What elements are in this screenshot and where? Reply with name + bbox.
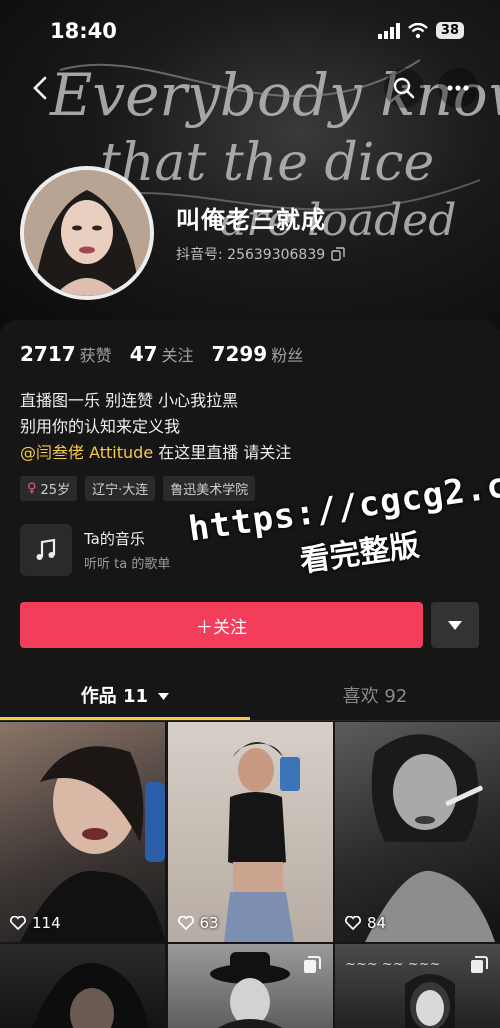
music-title: Ta的音乐	[84, 530, 145, 548]
chevron-left-icon	[33, 76, 47, 100]
bio-line: @闫叁佬 Attitude 在这里直播 请关注	[20, 440, 291, 466]
like-count: 63	[177, 914, 219, 932]
tab-label: 作品 11	[80, 686, 149, 707]
search-button[interactable]	[384, 68, 424, 108]
profile-panel: 2717 获赞 47 关注 7299 粉丝 直播图一乐 别连赞 小心我拉黑 别用你的认…	[0, 320, 500, 1028]
battery-indicator: 38	[435, 22, 464, 39]
stat-following[interactable]: 47 关注	[130, 342, 194, 366]
bio-line-rest: 在这里直播 请关注	[153, 443, 292, 462]
video-thumbnail	[223, 742, 300, 942]
video-tile[interactable]	[167, 944, 333, 1028]
back-button[interactable]	[20, 68, 60, 108]
stat-value: 47	[129, 342, 158, 366]
douyin-id-text: 抖音号: 25639306839	[176, 247, 326, 263]
tab-likes[interactable]: 喜欢 92	[250, 674, 500, 720]
triangle-down-icon	[448, 620, 462, 630]
profile-tags: ♀ 25岁 辽宁·大连 鲁迅美术学院	[20, 476, 256, 501]
multi-image-icon	[471, 956, 488, 973]
video-tile[interactable]	[0, 944, 165, 1028]
more-button[interactable]	[438, 68, 478, 108]
avatar[interactable]	[20, 166, 154, 300]
more-dots-icon	[447, 85, 469, 91]
profile-stats: 2717 获赞 47 关注 7299 粉丝	[20, 342, 303, 366]
tag-age: ♀ 25岁	[20, 476, 78, 501]
stat-label: 获赞	[79, 346, 112, 365]
music-subtitle: 听听 ta 的歌单	[84, 557, 171, 572]
video-thumbnail	[365, 734, 495, 942]
status-icons: 38	[377, 22, 464, 39]
status-bar: 18:40 38	[0, 0, 500, 60]
like-count-text: 63	[199, 914, 219, 932]
video-tile[interactable]: 84	[335, 722, 500, 942]
tag-age-text: 25岁	[40, 483, 71, 498]
tag-school: 鲁迅美术学院	[163, 476, 256, 501]
content-tabs: 作品 11 喜欢 92	[0, 674, 500, 720]
tag-location: 辽宁·大连	[85, 476, 156, 501]
bio-mention-link[interactable]: @闫叁佬 Attitude	[20, 443, 153, 462]
heart-outline-icon	[345, 916, 361, 930]
video-tile[interactable]: 63	[167, 722, 333, 942]
heart-outline-icon	[10, 916, 26, 930]
like-count-text: 114	[32, 914, 61, 932]
avatar-photo	[24, 170, 150, 296]
signal-icon	[377, 22, 400, 39]
video-grid: 114 63 84 ~~~ ~~ ~~~	[0, 722, 500, 1028]
recommend-dropdown-button[interactable]	[431, 602, 479, 648]
like-count-text: 84	[367, 914, 387, 932]
status-time: 18:40	[50, 19, 117, 43]
music-note-icon	[20, 524, 72, 576]
profile-bio: 直播图一乐 别连赞 小心我拉黑 别用你的认知来定义我 @闫叁佬 Attitude…	[20, 388, 291, 466]
video-thumbnail	[20, 746, 165, 942]
copy-icon[interactable]	[331, 247, 345, 261]
like-count: 114	[10, 914, 61, 932]
follow-button[interactable]: ＋关注	[20, 602, 423, 648]
banner-line-2: that the dice	[100, 133, 434, 193]
music-entry[interactable]: Ta的音乐 听听 ta 的歌单	[20, 524, 170, 576]
search-icon	[393, 77, 415, 99]
stat-value: 2717	[20, 342, 76, 366]
stat-label: 粉丝	[271, 346, 304, 365]
tab-works[interactable]: 作品 11	[0, 674, 250, 720]
video-tile[interactable]: 114	[0, 722, 165, 942]
douyin-id: 抖音号: 25639306839	[176, 244, 345, 264]
tab-label: 喜欢 92	[342, 686, 408, 707]
stat-followers[interactable]: 7299 粉丝	[212, 342, 304, 366]
video-tile[interactable]: ~~~ ~~ ~~~	[335, 944, 500, 1028]
multi-image-icon	[303, 956, 321, 973]
caret-down-icon	[158, 693, 170, 700]
divider	[0, 720, 500, 721]
stat-likes[interactable]: 2717 获赞	[20, 342, 112, 366]
video-thumbnail	[32, 962, 149, 1028]
svg-text:~~~ ~~ ~~~: ~~~ ~~ ~~~	[345, 957, 440, 972]
female-icon: ♀	[27, 481, 37, 496]
bio-line: 别用你的认知来定义我	[20, 417, 181, 436]
heart-outline-icon	[177, 916, 194, 930]
stat-label: 关注	[161, 346, 194, 365]
bio-line: 直播图一乐 别连赞 小心我拉黑	[20, 391, 239, 410]
wifi-icon	[408, 22, 428, 38]
profile-nickname: 叫俺老三就成	[176, 206, 326, 234]
stat-value: 7299	[211, 342, 268, 366]
like-count: 84	[345, 914, 386, 932]
